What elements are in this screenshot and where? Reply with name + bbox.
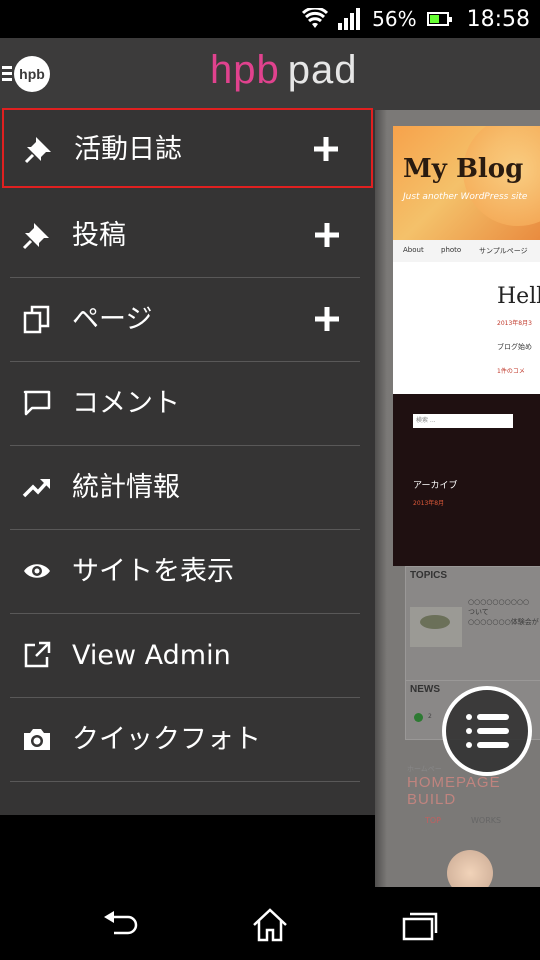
- drawer-item-label: クイックフォト: [72, 724, 261, 755]
- add-icon[interactable]: [311, 134, 341, 164]
- drawer-item-6[interactable]: View Admin: [10, 614, 360, 698]
- blog-nav-item: photo: [441, 246, 462, 254]
- app-logo-icon: hpb: [14, 56, 50, 92]
- blog-title: My Blog: [403, 154, 524, 184]
- camera-icon: [22, 724, 52, 754]
- topics-title: TOPICS: [410, 570, 448, 581]
- drawer-item-0[interactable]: 活動日誌: [2, 108, 373, 188]
- drawer-item-label: ページ: [72, 304, 153, 335]
- eye-icon: [22, 556, 52, 586]
- pin-icon: [22, 220, 52, 250]
- drawer-item-2[interactable]: ページ: [10, 278, 360, 362]
- blog-post: Hell 2013年8月3 ブログ始め 1件のコメ: [393, 262, 540, 394]
- list-icon: [466, 714, 509, 748]
- news-text: 2: [428, 713, 432, 720]
- home-icon[interactable]: [250, 907, 290, 943]
- recent-apps-icon[interactable]: [400, 907, 440, 943]
- trend-icon: [22, 472, 52, 502]
- drawer-item-label: サイトを表示: [72, 556, 234, 587]
- pin-icon: [24, 134, 54, 164]
- add-icon[interactable]: [312, 220, 342, 250]
- hp-heading: HOMEPAGE BUILD: [407, 774, 501, 808]
- navigation-drawer: 活動日誌投稿ページコメント統計情報サイトを表示 View Admin クイックフォト…: [0, 108, 375, 960]
- status-bar: 56% 18:58: [0, 0, 540, 38]
- drawer-item-label: コメント: [72, 388, 180, 419]
- topics-image: [410, 607, 462, 647]
- drawer-item-7[interactable]: クイックフォト: [10, 698, 360, 782]
- drawer-item-label: 投稿: [72, 220, 126, 251]
- brand-part-1: hpb: [210, 48, 280, 92]
- back-icon[interactable]: [100, 907, 140, 943]
- blog-nav-item: サンプルページ: [479, 247, 528, 255]
- battery-percent: 56%: [372, 7, 417, 31]
- blog-nav-item: About: [403, 246, 424, 254]
- news-title: NEWS: [410, 684, 440, 695]
- blog-nav: About photo サンプルページ: [393, 240, 540, 262]
- post-date: 2013年8月3: [497, 320, 532, 327]
- add-icon[interactable]: [312, 304, 342, 334]
- list-menu-button[interactable]: [442, 686, 532, 776]
- wifi-icon: [302, 8, 329, 28]
- battery-icon: [426, 12, 452, 26]
- brand-part-2: pad: [287, 48, 358, 92]
- blog-sidebar: 検索 ... アーカイブ 2013年8月: [393, 394, 540, 566]
- pages-icon: [22, 304, 52, 334]
- clock: 18:58: [466, 6, 530, 32]
- archive-title: アーカイブ: [413, 481, 458, 491]
- blog-subtitle: Just another WordPress site: [403, 192, 528, 202]
- blog-header: My Blog Just another WordPress site: [393, 126, 540, 240]
- post-title: Hell: [497, 284, 540, 309]
- drawer-item-label: View Admin: [72, 640, 231, 671]
- app-bar: hpb hpb pad: [0, 38, 540, 110]
- topics-widget: TOPICS ○○○○○○○○○○ ついて ○○○○○○○体験会が: [405, 566, 540, 684]
- app-brand: hpb pad: [210, 48, 358, 93]
- site-preview[interactable]: My Blog Just another WordPress site Abou…: [375, 110, 540, 887]
- external-link-icon: [22, 640, 52, 670]
- drawer-item-3[interactable]: コメント: [10, 362, 360, 446]
- hp-photo: [447, 850, 493, 887]
- drawer-item-5[interactable]: サイトを表示: [10, 530, 360, 614]
- archive-item: 2013年8月: [413, 500, 445, 507]
- comment-icon: [22, 388, 52, 418]
- hp-caption: ホームペー: [407, 765, 442, 773]
- drawer-item-4[interactable]: 統計情報: [10, 446, 360, 530]
- blog-search: 検索 ...: [413, 414, 513, 428]
- topics-text: ○○○○○○○○○○ ついて ○○○○○○○体験会が: [468, 598, 539, 626]
- hp-tabs: TOP WORKS: [425, 816, 501, 825]
- post-comment: 1件のコメ: [497, 368, 525, 375]
- post-text: ブログ始め: [497, 343, 532, 351]
- hp-tab-works: WORKS: [471, 816, 502, 825]
- hamburger-icon: [2, 66, 12, 84]
- drawer-item-label: 活動日誌: [74, 134, 182, 165]
- signal-icon: [338, 8, 361, 30]
- news-bullet-icon: [414, 713, 423, 722]
- system-nav-bar: [0, 887, 540, 960]
- hp-tab-top: TOP: [425, 816, 442, 825]
- drawer-toggle-button[interactable]: hpb: [0, 54, 56, 94]
- drawer-item-label: 統計情報: [72, 472, 180, 503]
- drawer-item-1[interactable]: 投稿: [10, 194, 360, 278]
